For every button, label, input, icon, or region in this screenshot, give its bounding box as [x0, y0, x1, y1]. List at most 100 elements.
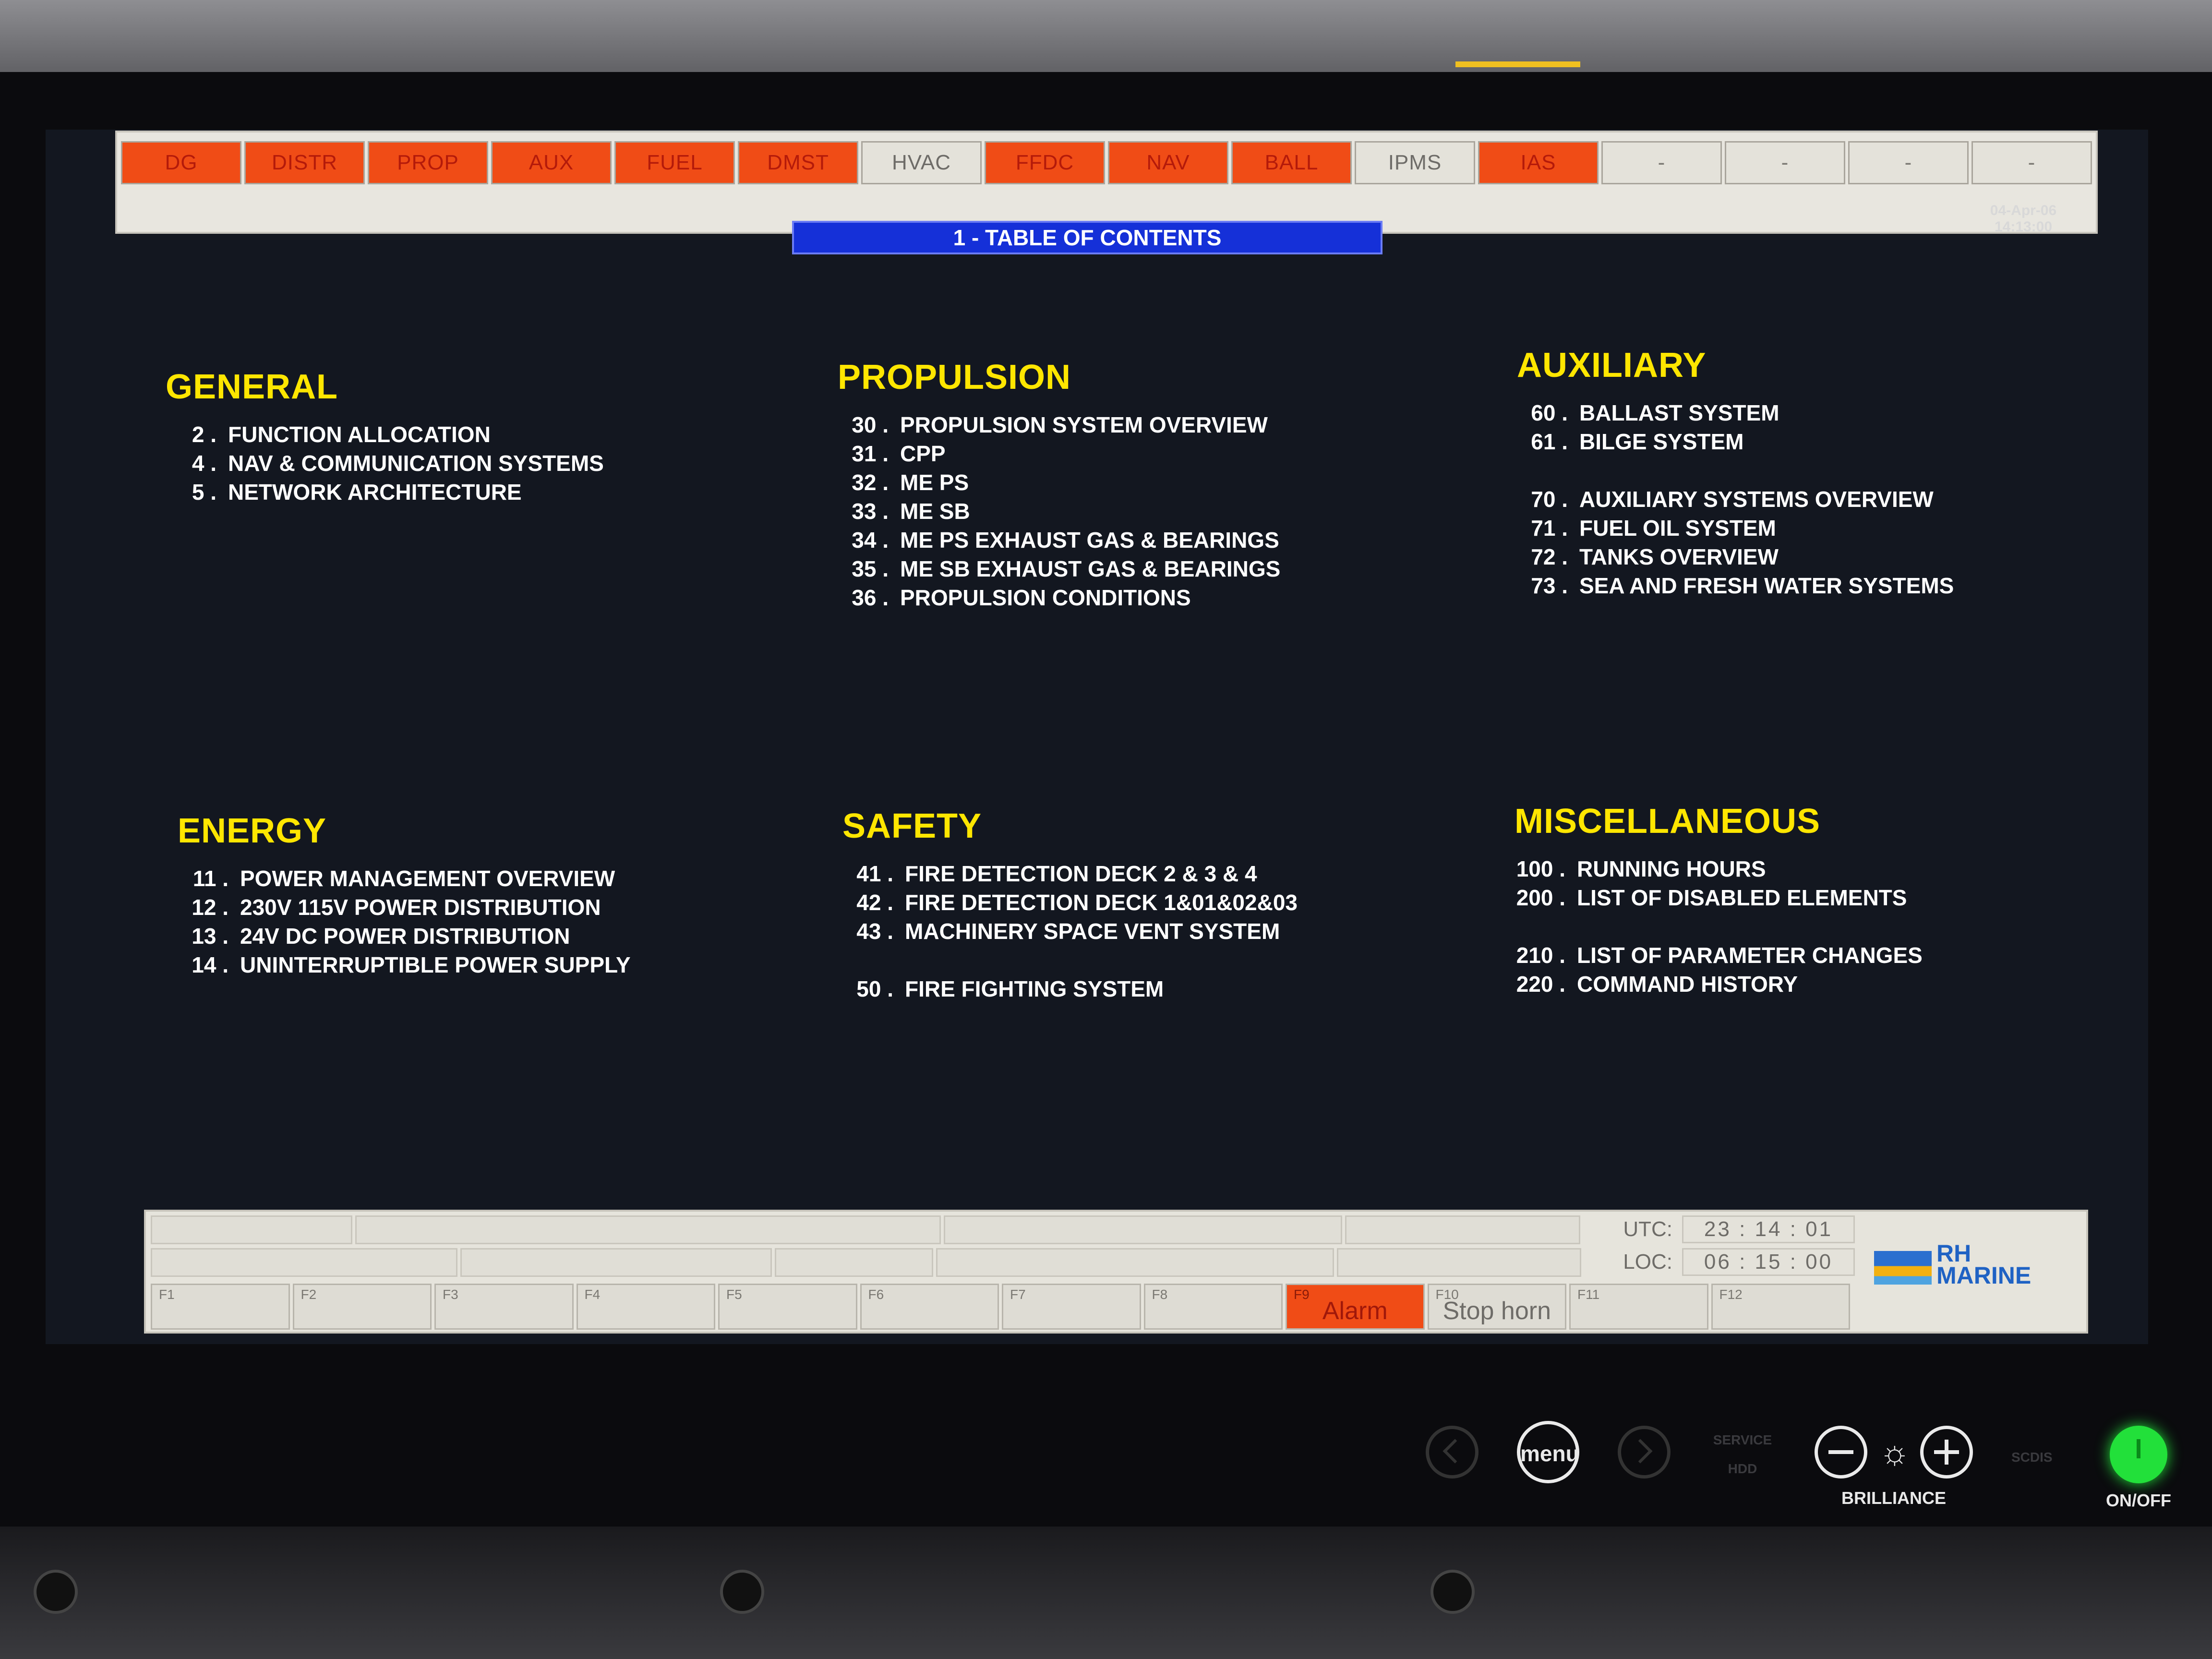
toc-link[interactable]: 100 . RUNNING HOURS	[1515, 854, 1923, 883]
toc-link[interactable]: 31 . CPP	[838, 439, 1280, 468]
toc-link[interactable]: 11 . POWER MANAGEMENT OVERVIEW	[178, 864, 631, 893]
brilliance-decrease-button[interactable]	[1815, 1426, 1867, 1479]
section-heading: MISCELLANEOUS	[1515, 802, 1821, 841]
tab-fuel[interactable]: FUEL	[614, 141, 735, 184]
toc-link[interactable]: 70 . AUXILIARY SYSTEMS OVERVIEW	[1517, 485, 1954, 514]
toc-link[interactable]: 35 . ME SB EXHAUST GAS & BEARINGS	[838, 554, 1280, 583]
function-key-id: F8	[1152, 1287, 1168, 1302]
time-label: 14:13:00	[1994, 219, 2053, 235]
function-key-f1[interactable]: F1	[151, 1284, 290, 1330]
toc-link[interactable]: 13 . 24V DC POWER DISTRIBUTION	[178, 922, 631, 950]
function-key-f7[interactable]: F7	[1002, 1284, 1141, 1330]
toc-link[interactable]: 200 . LIST OF DISABLED ELEMENTS	[1515, 883, 1923, 912]
toc-label: FUEL OIL SYSTEM	[1579, 516, 1776, 541]
function-key-f3[interactable]: F3	[434, 1284, 574, 1330]
toc-link[interactable]: 33 . ME SB	[838, 497, 1280, 526]
toc-link[interactable]: 72 . TANKS OVERVIEW	[1517, 542, 1954, 571]
toc-link[interactable]: 42 . FIRE DETECTION DECK 1&01&02&03	[842, 888, 1298, 917]
toc-number: 35 .	[852, 556, 889, 581]
toc-link[interactable]: 41 . FIRE DETECTION DECK 2 & 3 & 4	[842, 859, 1298, 888]
toc-link[interactable]: 36 . PROPULSION CONDITIONS	[838, 583, 1280, 612]
display-screen	[46, 130, 2148, 1344]
tab-ias[interactable]: IAS	[1478, 141, 1599, 184]
function-key-id: F7	[1010, 1287, 1026, 1302]
toc-link[interactable]: 2 . FUNCTION ALLOCATION	[166, 420, 604, 449]
rh-marine-logo: RH MARINE	[1874, 1241, 2080, 1290]
toc-link[interactable]: 5 . NETWORK ARCHITECTURE	[166, 478, 604, 506]
section-heading: ENERGY	[178, 812, 327, 850]
toc-link[interactable]: 32 . ME PS	[838, 468, 1280, 497]
toc-link[interactable]: 220 . COMMAND HISTORY	[1515, 970, 1923, 998]
toc-label: MACHINERY SPACE VENT SYSTEM	[905, 919, 1280, 944]
section-energy: ENERGY 11 . POWER MANAGEMENT OVERVIEW 12 .…	[178, 811, 631, 979]
function-key-f2[interactable]: F2	[292, 1284, 432, 1330]
toc-number: 200 .	[1516, 885, 1565, 910]
tab-prop[interactable]: PROP	[368, 141, 488, 184]
tab-ball[interactable]: BALL	[1231, 141, 1352, 184]
toc-number: 11 .	[192, 866, 228, 891]
function-key-f11[interactable]: F11	[1569, 1284, 1708, 1330]
brilliance-increase-button[interactable]	[1920, 1426, 1973, 1479]
function-key-f12[interactable]: F12	[1711, 1284, 1850, 1330]
toc-label: RUNNING HOURS	[1577, 856, 1766, 881]
toc-number: 100 .	[1516, 856, 1565, 881]
tab-distr[interactable]: DISTR	[244, 141, 365, 184]
function-key-f10[interactable]: F10 Stop horn	[1427, 1284, 1566, 1330]
tab-aux[interactable]: AUX	[491, 141, 612, 184]
tab-dg[interactable]: DG	[121, 141, 241, 184]
section-heading: GENERAL	[166, 368, 338, 406]
toc-label: 24V DC POWER DISTRIBUTION	[240, 924, 570, 949]
toc-link[interactable]: 210 . LIST OF PARAMETER CHANGES	[1515, 941, 1923, 970]
toc-number: 4 .	[192, 451, 216, 476]
toc-link[interactable]: 12 . 230V 115V POWER DISTRIBUTION	[178, 893, 631, 922]
function-key-f5[interactable]: F5	[718, 1284, 857, 1330]
status-cell	[775, 1248, 933, 1277]
toc-label: AUXILIARY SYSTEMS OVERVIEW	[1579, 487, 1934, 512]
function-key-f9[interactable]: F9 Alarm	[1286, 1284, 1425, 1330]
toc-label: FIRE DETECTION DECK 2 & 3 & 4	[905, 861, 1257, 886]
toc-link[interactable]: 4 . NAV & COMMUNICATION SYSTEMS	[166, 449, 604, 478]
function-key-id: F6	[868, 1287, 884, 1302]
toc-link[interactable]: 34 . ME PS EXHAUST GAS & BEARINGS	[838, 526, 1280, 554]
toc-link[interactable]: 14 . UNINTERRUPTIBLE POWER SUPPLY	[178, 950, 630, 979]
toc-link[interactable]: 73 . SEA AND FRESH WATER SYSTEMS	[1517, 571, 1954, 600]
date-label: 04-Apr-06	[1990, 203, 2057, 218]
function-key-f8[interactable]: F8	[1143, 1284, 1283, 1330]
function-key-f4[interactable]: F4	[576, 1284, 715, 1330]
function-key-id: F11	[1577, 1287, 1600, 1302]
toc-link[interactable]: 43 . MACHINERY SPACE VENT SYSTEM	[842, 917, 1298, 946]
menu-button[interactable]: menu	[1517, 1421, 1579, 1483]
function-key-f6[interactable]: F6	[860, 1284, 999, 1330]
tab-empty[interactable]: -	[1601, 141, 1722, 184]
previous-button[interactable]	[1426, 1426, 1479, 1479]
tab-empty[interactable]: -	[1848, 141, 1969, 184]
tab-nav[interactable]: NAV	[1108, 141, 1228, 184]
tab-ipms[interactable]: IPMS	[1355, 141, 1475, 184]
toc-number: 70 .	[1531, 487, 1568, 512]
tab-ffdc[interactable]: FFDC	[985, 141, 1105, 184]
function-key-id: F1	[159, 1287, 175, 1302]
function-key-label: Alarm	[1322, 1297, 1388, 1325]
status-cell	[944, 1215, 1342, 1244]
tab-empty[interactable]: -	[1972, 141, 2092, 184]
toc-label: NAV & COMMUNICATION SYSTEMS	[228, 451, 604, 476]
toc-link[interactable]: 30 . PROPULSION SYSTEM OVERVIEW	[838, 410, 1280, 439]
toc-label: POWER MANAGEMENT OVERVIEW	[240, 866, 615, 891]
toc-label: PROPULSION SYSTEM OVERVIEW	[900, 412, 1268, 437]
tab-empty[interactable]: -	[1725, 141, 1845, 184]
toc-number: 210 .	[1516, 943, 1565, 968]
toc-label: BALLAST SYSTEM	[1579, 400, 1779, 425]
item-list: 50 . FIRE FIGHTING SYSTEM	[842, 974, 1298, 1003]
toc-link[interactable]: 61 . BILGE SYSTEM	[1517, 427, 1954, 456]
status-row	[151, 1248, 1582, 1277]
tab-dmst[interactable]: DMST	[738, 141, 858, 184]
tab-hvac[interactable]: HVAC	[861, 141, 982, 184]
toc-label: FIRE DETECTION DECK 1&01&02&03	[905, 890, 1298, 915]
power-button[interactable]	[2110, 1426, 2167, 1483]
toc-label: ME SB	[900, 499, 970, 524]
function-key-id: F12	[1719, 1287, 1743, 1302]
toc-link[interactable]: 71 . FUEL OIL SYSTEM	[1517, 514, 1954, 542]
toc-link[interactable]: 50 . FIRE FIGHTING SYSTEM	[842, 974, 1298, 1003]
toc-link[interactable]: 60 . BALLAST SYSTEM	[1517, 398, 1954, 427]
next-button[interactable]	[1618, 1426, 1671, 1479]
